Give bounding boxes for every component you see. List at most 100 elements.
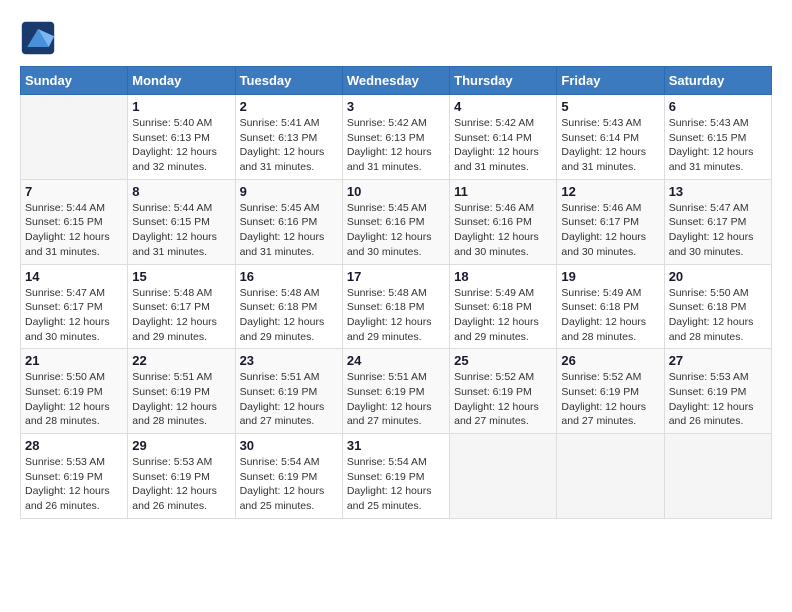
calendar-cell: 3 Sunrise: 5:42 AMSunset: 6:13 PMDaylight…	[342, 95, 449, 180]
day-number: 1	[132, 99, 230, 114]
day-info: Sunrise: 5:46 AMSunset: 6:17 PMDaylight:…	[561, 201, 659, 260]
calendar-cell: 18 Sunrise: 5:49 AMSunset: 6:18 PMDayligh…	[450, 264, 557, 349]
day-info: Sunrise: 5:47 AMSunset: 6:17 PMDaylight:…	[669, 201, 767, 260]
calendar-week-row: 7 Sunrise: 5:44 AMSunset: 6:15 PMDaylight…	[21, 179, 772, 264]
day-number: 22	[132, 353, 230, 368]
day-info: Sunrise: 5:52 AMSunset: 6:19 PMDaylight:…	[561, 370, 659, 429]
day-number: 13	[669, 184, 767, 199]
calendar-cell: 21Sunrise: 5:50 AMSunset: 6:19 PMDayligh…	[21, 349, 128, 434]
calendar-cell: 17 Sunrise: 5:48 AMSunset: 6:18 PMDayligh…	[342, 264, 449, 349]
day-number: 25	[454, 353, 552, 368]
day-number: 9	[240, 184, 338, 199]
calendar-cell: 19 Sunrise: 5:49 AMSunset: 6:18 PMDayligh…	[557, 264, 664, 349]
day-number: 28	[25, 438, 123, 453]
calendar-cell: 15Sunrise: 5:48 AMSunset: 6:17 PMDayligh…	[128, 264, 235, 349]
calendar-cell: 8 Sunrise: 5:44 AMSunset: 6:15 PMDaylight…	[128, 179, 235, 264]
day-number: 4	[454, 99, 552, 114]
day-info: Sunrise: 5:54 AMSunset: 6:19 PMDaylight:…	[240, 455, 338, 514]
day-number: 26	[561, 353, 659, 368]
calendar-week-row: 1 Sunrise: 5:40 AMSunset: 6:13 PMDaylight…	[21, 95, 772, 180]
calendar-week-row: 28 Sunrise: 5:53 AMSunset: 6:19 PMDayligh…	[21, 434, 772, 519]
day-number: 20	[669, 269, 767, 284]
day-number: 14	[25, 269, 123, 284]
day-info: Sunrise: 5:47 AMSunset: 6:17 PMDaylight:…	[25, 286, 123, 345]
calendar-cell: 28 Sunrise: 5:53 AMSunset: 6:19 PMDayligh…	[21, 434, 128, 519]
calendar-cell: 22 Sunrise: 5:51 AMSunset: 6:19 PMDayligh…	[128, 349, 235, 434]
calendar-cell: 10 Sunrise: 5:45 AMSunset: 6:16 PMDayligh…	[342, 179, 449, 264]
day-number: 19	[561, 269, 659, 284]
calendar-week-row: 14 Sunrise: 5:47 AMSunset: 6:17 PMDayligh…	[21, 264, 772, 349]
day-number: 23	[240, 353, 338, 368]
day-number: 7	[25, 184, 123, 199]
calendar-cell: 16 Sunrise: 5:48 AMSunset: 6:18 PMDayligh…	[235, 264, 342, 349]
day-info: Sunrise: 5:44 AMSunset: 6:15 PMDaylight:…	[25, 201, 123, 260]
calendar-header-row: SundayMondayTuesdayWednesdayThursdayFrid…	[21, 67, 772, 95]
day-info: Sunrise: 5:53 AMSunset: 6:19 PMDaylight:…	[669, 370, 767, 429]
calendar-cell: 20 Sunrise: 5:50 AMSunset: 6:18 PMDayligh…	[664, 264, 771, 349]
day-info: Sunrise: 5:40 AMSunset: 6:13 PMDaylight:…	[132, 116, 230, 175]
page-header	[20, 20, 772, 56]
day-number: 27	[669, 353, 767, 368]
calendar-cell: 23 Sunrise: 5:51 AMSunset: 6:19 PMDayligh…	[235, 349, 342, 434]
day-info: Sunrise: 5:42 AMSunset: 6:14 PMDaylight:…	[454, 116, 552, 175]
header-day-wednesday: Wednesday	[342, 67, 449, 95]
day-info: Sunrise: 5:52 AMSunset: 6:19 PMDaylight:…	[454, 370, 552, 429]
day-number: 16	[240, 269, 338, 284]
day-number: 6	[669, 99, 767, 114]
day-info: Sunrise: 5:49 AMSunset: 6:18 PMDaylight:…	[561, 286, 659, 345]
day-number: 3	[347, 99, 445, 114]
calendar-cell: 11 Sunrise: 5:46 AMSunset: 6:16 PMDayligh…	[450, 179, 557, 264]
day-number: 24	[347, 353, 445, 368]
day-number: 11	[454, 184, 552, 199]
day-number: 5	[561, 99, 659, 114]
calendar-cell	[557, 434, 664, 519]
day-number: 30	[240, 438, 338, 453]
day-number: 2	[240, 99, 338, 114]
calendar-cell: 6 Sunrise: 5:43 AMSunset: 6:15 PMDaylight…	[664, 95, 771, 180]
header-day-friday: Friday	[557, 67, 664, 95]
day-info: Sunrise: 5:53 AMSunset: 6:19 PMDaylight:…	[132, 455, 230, 514]
day-info: Sunrise: 5:44 AMSunset: 6:15 PMDaylight:…	[132, 201, 230, 260]
day-info: Sunrise: 5:48 AMSunset: 6:18 PMDaylight:…	[347, 286, 445, 345]
calendar-cell: 26 Sunrise: 5:52 AMSunset: 6:19 PMDayligh…	[557, 349, 664, 434]
calendar-cell	[450, 434, 557, 519]
logo	[20, 20, 60, 56]
day-info: Sunrise: 5:48 AMSunset: 6:17 PMDaylight:…	[132, 286, 230, 345]
day-info: Sunrise: 5:45 AMSunset: 6:16 PMDaylight:…	[240, 201, 338, 260]
calendar-cell: 31 Sunrise: 5:54 AMSunset: 6:19 PMDayligh…	[342, 434, 449, 519]
day-number: 17	[347, 269, 445, 284]
day-info: Sunrise: 5:50 AMSunset: 6:18 PMDaylight:…	[669, 286, 767, 345]
calendar-cell: 1 Sunrise: 5:40 AMSunset: 6:13 PMDaylight…	[128, 95, 235, 180]
calendar-cell: 5Sunrise: 5:43 AMSunset: 6:14 PMDaylight…	[557, 95, 664, 180]
calendar-cell: 27 Sunrise: 5:53 AMSunset: 6:19 PMDayligh…	[664, 349, 771, 434]
calendar-week-row: 21Sunrise: 5:50 AMSunset: 6:19 PMDayligh…	[21, 349, 772, 434]
calendar-cell: 7 Sunrise: 5:44 AMSunset: 6:15 PMDaylight…	[21, 179, 128, 264]
day-info: Sunrise: 5:41 AMSunset: 6:13 PMDaylight:…	[240, 116, 338, 175]
calendar-cell: 14 Sunrise: 5:47 AMSunset: 6:17 PMDayligh…	[21, 264, 128, 349]
day-number: 8	[132, 184, 230, 199]
day-info: Sunrise: 5:43 AMSunset: 6:15 PMDaylight:…	[669, 116, 767, 175]
day-number: 18	[454, 269, 552, 284]
header-day-sunday: Sunday	[21, 67, 128, 95]
day-number: 10	[347, 184, 445, 199]
header-day-thursday: Thursday	[450, 67, 557, 95]
day-info: Sunrise: 5:53 AMSunset: 6:19 PMDaylight:…	[25, 455, 123, 514]
calendar-cell: 30 Sunrise: 5:54 AMSunset: 6:19 PMDayligh…	[235, 434, 342, 519]
day-info: Sunrise: 5:48 AMSunset: 6:18 PMDaylight:…	[240, 286, 338, 345]
day-info: Sunrise: 5:49 AMSunset: 6:18 PMDaylight:…	[454, 286, 552, 345]
day-info: Sunrise: 5:51 AMSunset: 6:19 PMDaylight:…	[240, 370, 338, 429]
header-day-monday: Monday	[128, 67, 235, 95]
calendar-cell: 4 Sunrise: 5:42 AMSunset: 6:14 PMDaylight…	[450, 95, 557, 180]
day-info: Sunrise: 5:45 AMSunset: 6:16 PMDaylight:…	[347, 201, 445, 260]
day-info: Sunrise: 5:51 AMSunset: 6:19 PMDaylight:…	[132, 370, 230, 429]
day-info: Sunrise: 5:46 AMSunset: 6:16 PMDaylight:…	[454, 201, 552, 260]
day-info: Sunrise: 5:51 AMSunset: 6:19 PMDaylight:…	[347, 370, 445, 429]
day-number: 31	[347, 438, 445, 453]
day-number: 21	[25, 353, 123, 368]
calendar-cell	[21, 95, 128, 180]
calendar-cell: 25 Sunrise: 5:52 AMSunset: 6:19 PMDayligh…	[450, 349, 557, 434]
header-day-saturday: Saturday	[664, 67, 771, 95]
day-info: Sunrise: 5:42 AMSunset: 6:13 PMDaylight:…	[347, 116, 445, 175]
day-info: Sunrise: 5:54 AMSunset: 6:19 PMDaylight:…	[347, 455, 445, 514]
calendar-table: SundayMondayTuesdayWednesdayThursdayFrid…	[20, 66, 772, 519]
